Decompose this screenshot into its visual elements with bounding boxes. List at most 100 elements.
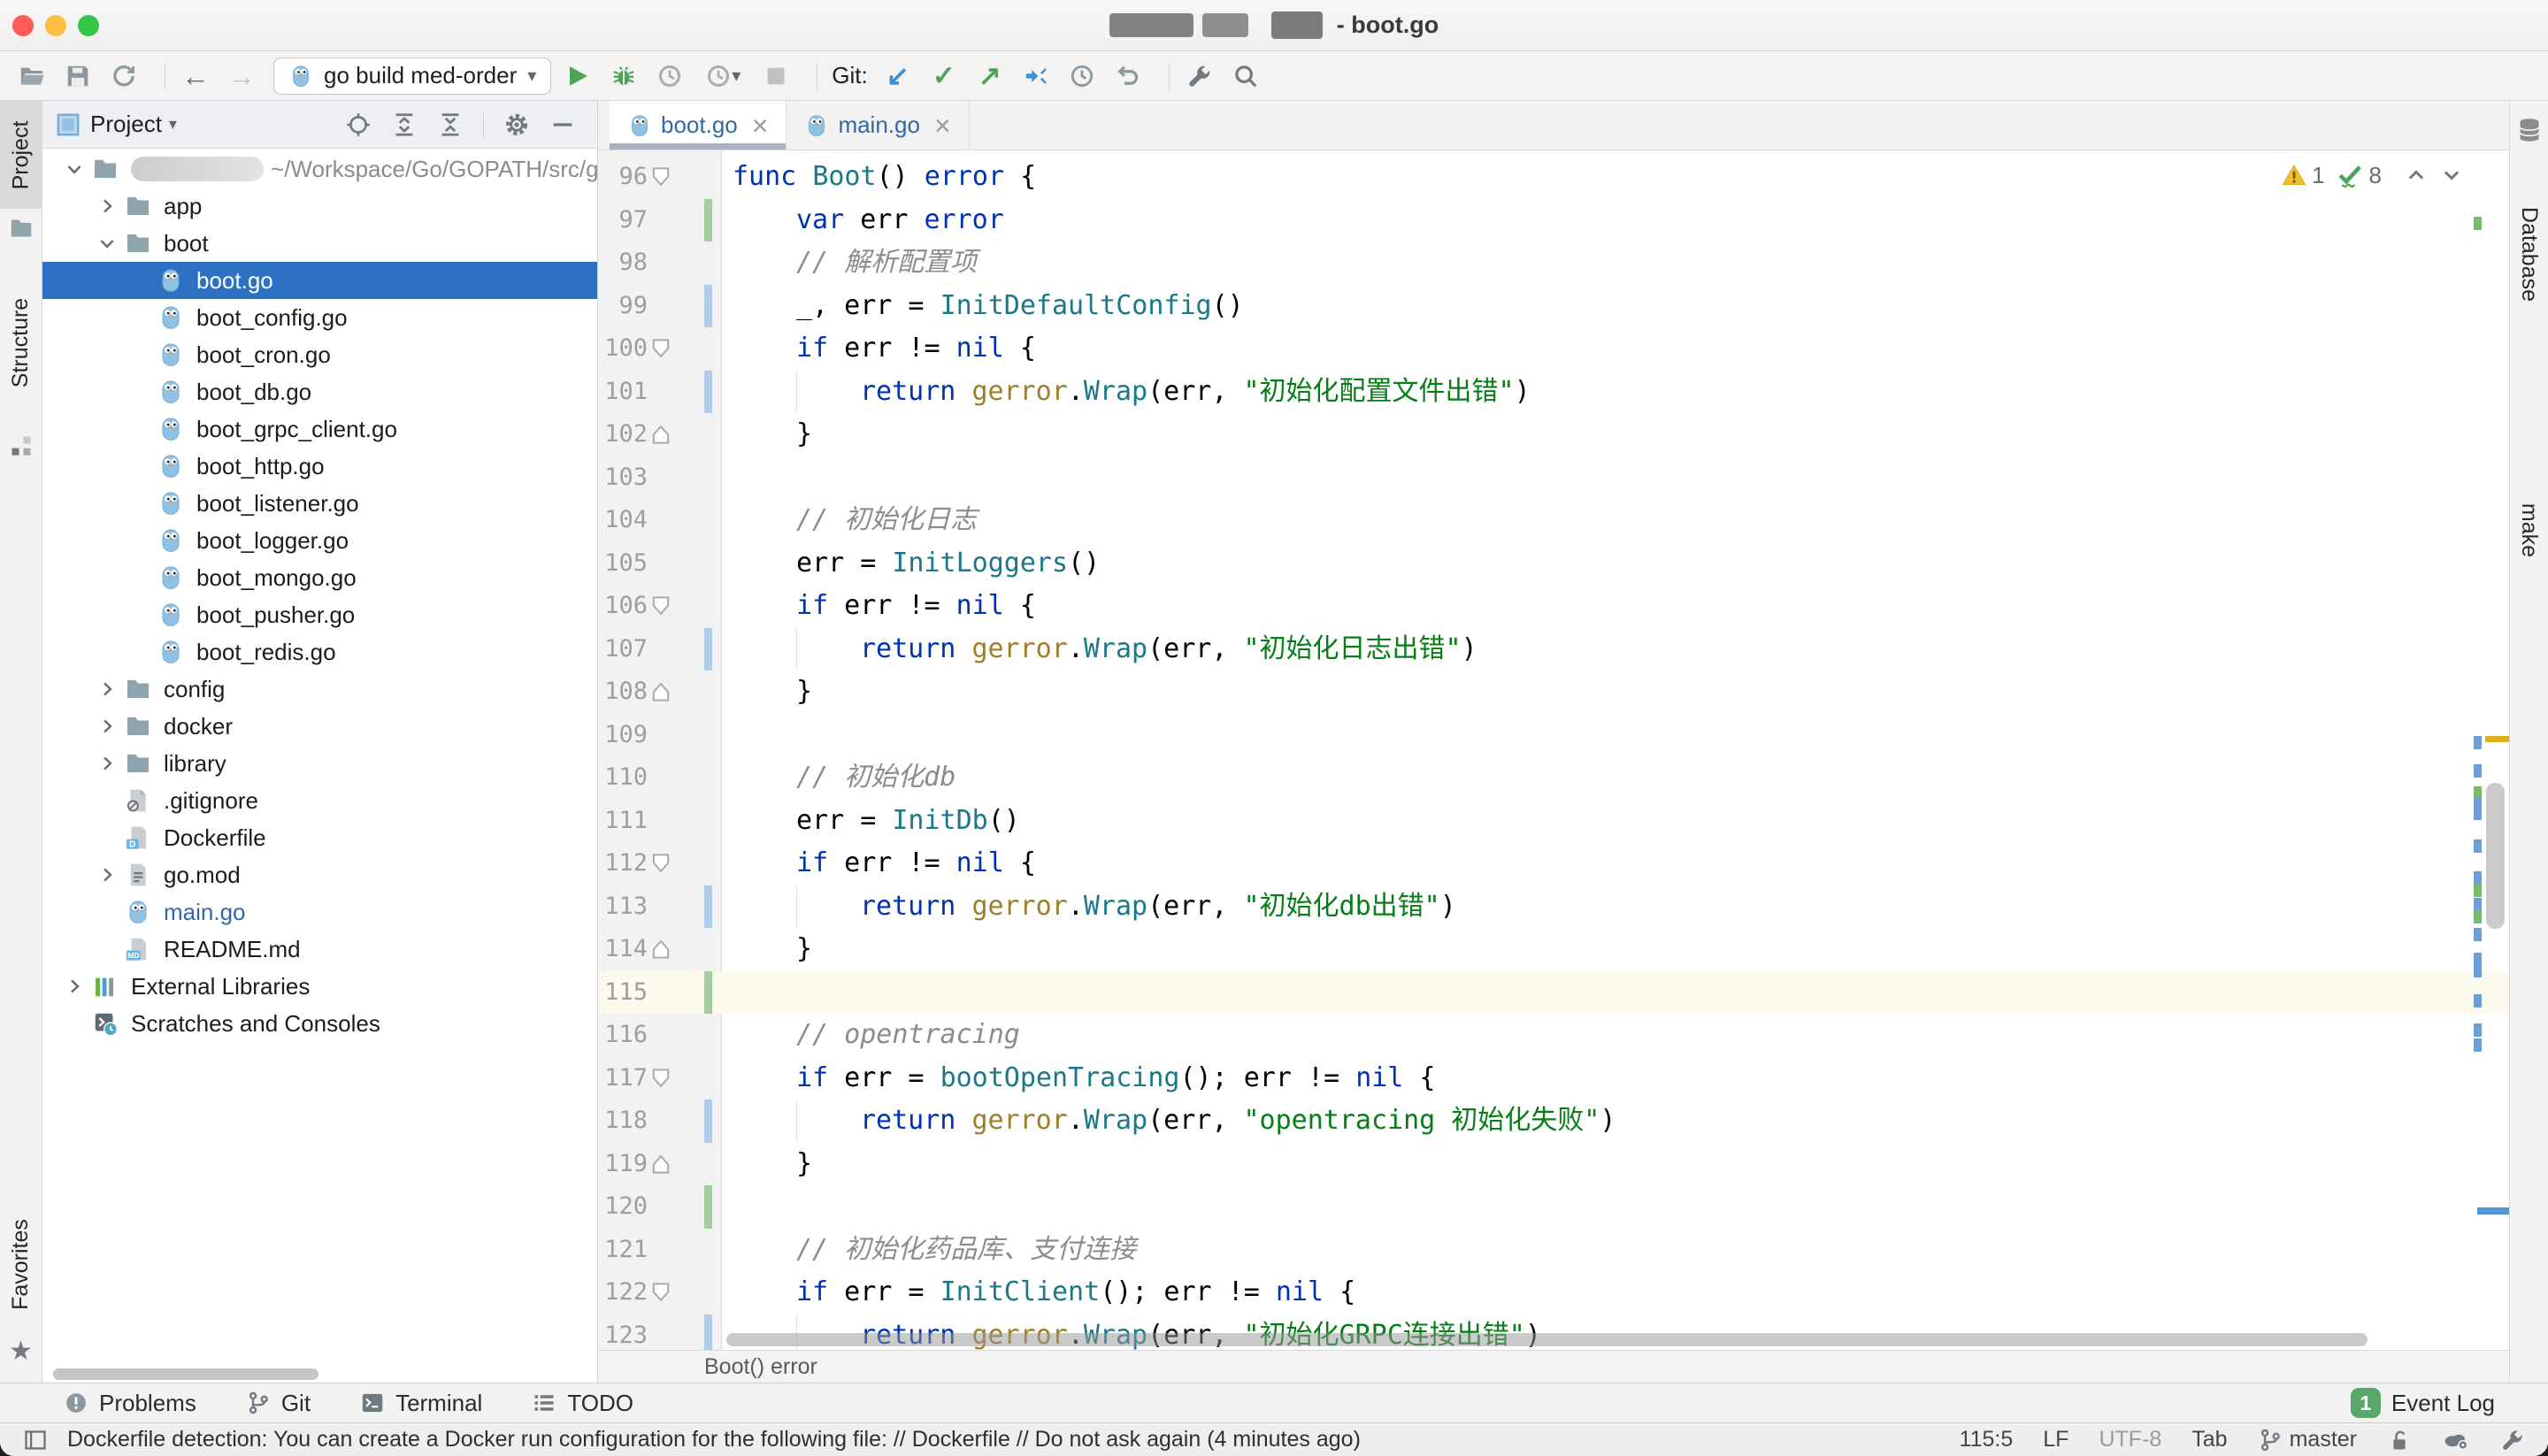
line-number[interactable]: 98: [618, 241, 648, 285]
forward-button[interactable]: →: [224, 58, 259, 94]
run-button[interactable]: [560, 58, 595, 94]
profiler-button[interactable]: ▾: [698, 58, 748, 94]
tree-item-boot_listener.go[interactable]: boot_listener.go: [42, 485, 597, 522]
line-number[interactable]: 113: [604, 885, 648, 929]
status-message[interactable]: Dockerfile detection: You can create a D…: [67, 1427, 1361, 1452]
line-number[interactable]: 118: [604, 1100, 648, 1143]
git-branch-widget[interactable]: master: [2258, 1427, 2357, 1452]
close-icon[interactable]: ×: [752, 111, 769, 140]
code-line-117[interactable]: 117if err = bootOpenTracing(); err != ni…: [598, 1057, 2509, 1100]
git-merge-button[interactable]: [1018, 58, 1054, 94]
file-encoding[interactable]: UTF-8: [2099, 1427, 2161, 1452]
search-everywhere-button[interactable]: [1228, 58, 1263, 94]
code-line-106[interactable]: 106if err != nil {: [598, 585, 2509, 628]
git-history-button[interactable]: [1064, 58, 1100, 94]
expand-all-button[interactable]: [391, 111, 418, 138]
tree-item-boot_redis.go[interactable]: boot_redis.go: [42, 633, 597, 671]
open-button[interactable]: [14, 58, 50, 94]
toolwindow-button-make[interactable]: make: [2510, 481, 2548, 579]
toolwindow-button-database[interactable]: Database: [2510, 117, 2548, 364]
chevron-down-icon[interactable]: [89, 233, 125, 254]
line-number[interactable]: 106: [604, 585, 648, 628]
chevron-down-icon[interactable]: [57, 158, 92, 180]
line-number[interactable]: 100: [604, 327, 648, 371]
tree-item-go.mod[interactable]: go.mod: [42, 856, 597, 893]
line-number[interactable]: 107: [604, 628, 648, 671]
line-number[interactable]: 103: [604, 456, 648, 500]
toolwindow-button-terminal[interactable]: Terminal: [360, 1390, 482, 1417]
tree-item-library[interactable]: library: [42, 745, 597, 782]
previous-highlight-button[interactable]: [2405, 164, 2428, 187]
code-line-114[interactable]: 114}: [598, 928, 2509, 971]
tree-item-Dockerfile[interactable]: DDockerfile: [42, 819, 597, 856]
tree-item-boot_cron.go[interactable]: boot_cron.go: [42, 336, 597, 373]
breadcrumb-item[interactable]: Boot() error: [704, 1354, 817, 1380]
tree-item-boot_config.go[interactable]: boot_config.go: [42, 299, 597, 336]
code-line-99[interactable]: 99_, err = InitDefaultConfig(): [598, 285, 2509, 328]
inspection-widget[interactable]: 1 8: [2282, 161, 2463, 189]
close-icon[interactable]: ×: [934, 111, 951, 140]
code-line-102[interactable]: 102}: [598, 413, 2509, 456]
cloud-sync-icon[interactable]: [2442, 1428, 2470, 1452]
code-line-100[interactable]: 100if err != nil {: [598, 327, 2509, 371]
code-line-97[interactable]: 97var err error: [598, 199, 2509, 242]
code-line-121[interactable]: 121// 初始化药品库、支付连接: [598, 1229, 2509, 1272]
line-number[interactable]: 123: [604, 1314, 648, 1351]
code-line-120[interactable]: 120: [598, 1185, 2509, 1229]
chevron-right-icon[interactable]: [89, 678, 125, 700]
lock-icon[interactable]: [2387, 1428, 2412, 1452]
vertical-scrollbar[interactable]: [2486, 783, 2505, 929]
code-line-116[interactable]: 116// opentracing: [598, 1014, 2509, 1057]
line-number[interactable]: 120: [604, 1185, 648, 1229]
toolwindow-toggle-icon[interactable]: [23, 1428, 48, 1452]
line-number[interactable]: 119: [604, 1143, 648, 1186]
horizontal-scrollbar[interactable]: [726, 1333, 2368, 1346]
next-highlight-button[interactable]: [2440, 164, 2463, 187]
code-line-118[interactable]: 118return gerror.Wrap(err, "opentracing …: [598, 1100, 2509, 1143]
maximize-window-button[interactable]: [78, 15, 99, 36]
toolwindow-button-git[interactable]: Git: [246, 1390, 311, 1417]
tree-item-boot_pusher.go[interactable]: boot_pusher.go: [42, 596, 597, 633]
tab-main-go[interactable]: main.go ×: [787, 101, 969, 149]
sync-button[interactable]: [106, 58, 142, 94]
line-number[interactable]: 108: [604, 671, 648, 714]
chevron-right-icon[interactable]: [89, 753, 125, 774]
line-number[interactable]: 117: [604, 1057, 648, 1100]
code-line-112[interactable]: 112if err != nil {: [598, 842, 2509, 885]
fold-region-start-icon[interactable]: [649, 1067, 672, 1090]
caret-position[interactable]: 115:5: [1960, 1427, 2014, 1452]
code-line-107[interactable]: 107return gerror.Wrap(err, "初始化日志出错"): [598, 628, 2509, 671]
code-line-115[interactable]: 115: [598, 971, 2509, 1015]
code-line-109[interactable]: 109: [598, 714, 2509, 757]
tree-item-boot_grpc_client.go[interactable]: boot_grpc_client.go: [42, 410, 597, 448]
tree-item-config[interactable]: config: [42, 671, 597, 708]
event-log-button[interactable]: 1 Event Log: [2351, 1388, 2495, 1418]
stop-button[interactable]: [758, 58, 794, 94]
fold-region-end-icon[interactable]: [649, 1153, 672, 1176]
fold-region-start-icon[interactable]: [649, 165, 672, 188]
chevron-right-icon[interactable]: [57, 976, 92, 997]
code-line-104[interactable]: 104// 初始化日志: [598, 499, 2509, 542]
settings-button[interactable]: [1182, 58, 1217, 94]
minimize-window-button[interactable]: [45, 15, 66, 36]
line-number[interactable]: 114: [604, 928, 648, 971]
code-line-103[interactable]: 103: [598, 456, 2509, 500]
code-line-105[interactable]: 105err = InitLoggers(): [598, 542, 2509, 586]
toolwindow-button-structure[interactable]: Structure: [0, 258, 42, 458]
tree-item-project-root[interactable]: ~/Workspace/Go/GOPATH/src/g: [42, 150, 597, 188]
toolwindow-button-todo[interactable]: TODO: [532, 1390, 633, 1417]
chevron-down-icon[interactable]: ▾: [169, 115, 177, 134]
tree-item-README.md[interactable]: MDREADME.md: [42, 931, 597, 968]
coverage-button[interactable]: [652, 58, 687, 94]
toolwindow-button-project[interactable]: Project: [0, 101, 42, 241]
line-number[interactable]: 110: [604, 756, 648, 800]
code-line-119[interactable]: 119}: [598, 1143, 2509, 1186]
fold-region-start-icon[interactable]: [649, 337, 672, 360]
chevron-right-icon[interactable]: [89, 195, 125, 217]
line-number[interactable]: 112: [604, 842, 648, 885]
fold-region-start-icon[interactable]: [649, 594, 672, 617]
tree-item-boot[interactable]: boot: [42, 225, 597, 262]
tree-item-boot_http.go[interactable]: boot_http.go: [42, 448, 597, 485]
code-line-110[interactable]: 110// 初始化db: [598, 756, 2509, 800]
tree-item-.gitignore[interactable]: .gitignore: [42, 782, 597, 819]
